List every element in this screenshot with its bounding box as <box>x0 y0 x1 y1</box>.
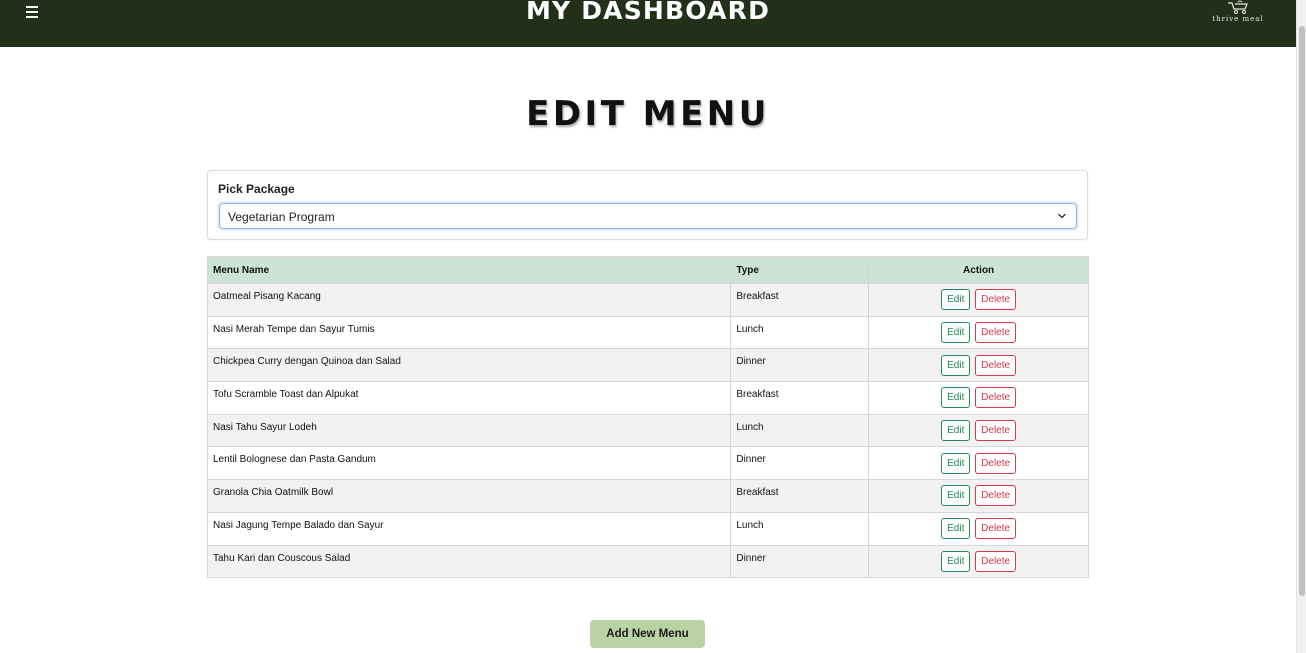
delete-button[interactable]: Delete <box>975 289 1017 311</box>
delete-button[interactable]: Delete <box>975 518 1017 540</box>
package-selected-value: Vegetarian Program <box>228 210 335 224</box>
edit-button[interactable]: Edit <box>941 518 971 540</box>
delivery-cart-icon <box>1228 0 1248 14</box>
menu-name-cell: Nasi Tahu Sayur Lodeh <box>206 413 732 448</box>
edit-button[interactable]: Edit <box>941 387 971 409</box>
edit-button[interactable]: Edit <box>941 485 971 507</box>
header-action: Action <box>868 256 1089 284</box>
table-row: Tahu Kari dan Couscous Salad Dinner Edit… <box>206 544 1089 579</box>
action-cell: Edit Delete <box>868 479 1089 513</box>
scrollbar-thumb[interactable] <box>1299 26 1305 596</box>
package-label: Pick Package <box>218 182 295 196</box>
action-cell: Edit Delete <box>868 446 1089 481</box>
menu-type-cell: Breakfast <box>730 479 870 513</box>
menu-name-cell: Chickpea Curry dengan Quinoa dan Salad <box>206 348 732 383</box>
action-cell: Edit Delete <box>868 544 1089 579</box>
delete-button[interactable]: Delete <box>975 387 1017 409</box>
table-header-row: Menu Name Type Action <box>206 256 1089 284</box>
vertical-scrollbar[interactable] <box>1296 0 1306 653</box>
add-new-menu-button[interactable]: Add New Menu <box>590 620 705 648</box>
delete-button[interactable]: Delete <box>975 452 1017 474</box>
menu-name-cell: Tahu Kari dan Couscous Salad <box>206 544 732 579</box>
action-cell: Edit Delete <box>868 283 1089 317</box>
table-row: Chickpea Curry dengan Quinoa dan Salad D… <box>206 348 1089 383</box>
menu-type-cell: Lunch <box>730 315 870 350</box>
menu-type-cell: Breakfast <box>730 381 870 415</box>
menu-table: Menu Name Type Action Oatmeal Pisang Kac… <box>206 256 1089 579</box>
delete-button[interactable]: Delete <box>975 420 1017 442</box>
thrive-meal-logo[interactable]: thrive meal <box>1208 0 1268 26</box>
menu-type-cell: Dinner <box>730 544 870 579</box>
logo-text: thrive meal <box>1212 15 1264 23</box>
action-cell: Edit Delete <box>868 381 1089 415</box>
app-viewport: MY DASHBOARD thrive meal EDIT MENU Pick … <box>0 0 1296 653</box>
chevron-down-icon <box>1058 213 1066 219</box>
menu-name-cell: Lentil Bolognese dan Pasta Gandum <box>206 446 732 481</box>
table-row: Nasi Tahu Sayur Lodeh Lunch Edit Delete <box>206 413 1089 448</box>
dashboard-title: MY DASHBOARD <box>525 0 771 25</box>
menu-type-cell: Dinner <box>730 446 870 481</box>
package-select[interactable]: Vegetarian Program <box>219 203 1077 229</box>
action-cell: Edit Delete <box>868 413 1089 448</box>
menu-name-cell: Granola Chia Oatmilk Bowl <box>206 479 732 513</box>
table-row: Tofu Scramble Toast dan Alpukat Breakfas… <box>206 381 1089 415</box>
package-picker-card: Pick Package Vegetarian Program <box>207 170 1088 240</box>
menu-name-cell: Tofu Scramble Toast dan Alpukat <box>206 381 732 415</box>
page-title: EDIT MENU <box>526 94 770 134</box>
table-row: Nasi Merah Tempe dan Sayur Tumis Lunch E… <box>206 315 1089 350</box>
edit-button[interactable]: Edit <box>941 289 971 311</box>
action-cell: Edit Delete <box>868 315 1089 350</box>
edit-button[interactable]: Edit <box>941 354 971 376</box>
menu-name-cell: Oatmeal Pisang Kacang <box>206 283 732 317</box>
table-row: Oatmeal Pisang Kacang Breakfast Edit Del… <box>206 283 1089 317</box>
menu-name-cell: Nasi Merah Tempe dan Sayur Tumis <box>206 315 732 350</box>
edit-button[interactable]: Edit <box>941 420 971 442</box>
menu-type-cell: Lunch <box>730 511 870 546</box>
menu-name-cell: Nasi Jagung Tempe Balado dan Sayur <box>206 511 732 546</box>
menu-type-cell: Lunch <box>730 413 870 448</box>
delete-button[interactable]: Delete <box>975 485 1017 507</box>
delete-button[interactable]: Delete <box>975 322 1017 344</box>
menu-type-cell: Dinner <box>730 348 870 383</box>
edit-button[interactable]: Edit <box>941 322 971 344</box>
table-row: Nasi Jagung Tempe Balado dan Sayur Lunch… <box>206 511 1089 546</box>
action-cell: Edit Delete <box>868 511 1089 546</box>
header-type: Type <box>730 256 870 284</box>
table-row: Granola Chia Oatmilk Bowl Breakfast Edit… <box>206 479 1089 513</box>
action-cell: Edit Delete <box>868 348 1089 383</box>
delete-button[interactable]: Delete <box>975 550 1017 572</box>
table-row: Lentil Bolognese dan Pasta Gandum Dinner… <box>206 446 1089 481</box>
edit-button[interactable]: Edit <box>941 550 971 572</box>
menu-type-cell: Breakfast <box>730 283 870 317</box>
header-menu-name: Menu Name <box>206 256 732 284</box>
edit-button[interactable]: Edit <box>941 452 971 474</box>
delete-button[interactable]: Delete <box>975 354 1017 376</box>
top-bar: MY DASHBOARD thrive meal <box>0 0 1296 47</box>
